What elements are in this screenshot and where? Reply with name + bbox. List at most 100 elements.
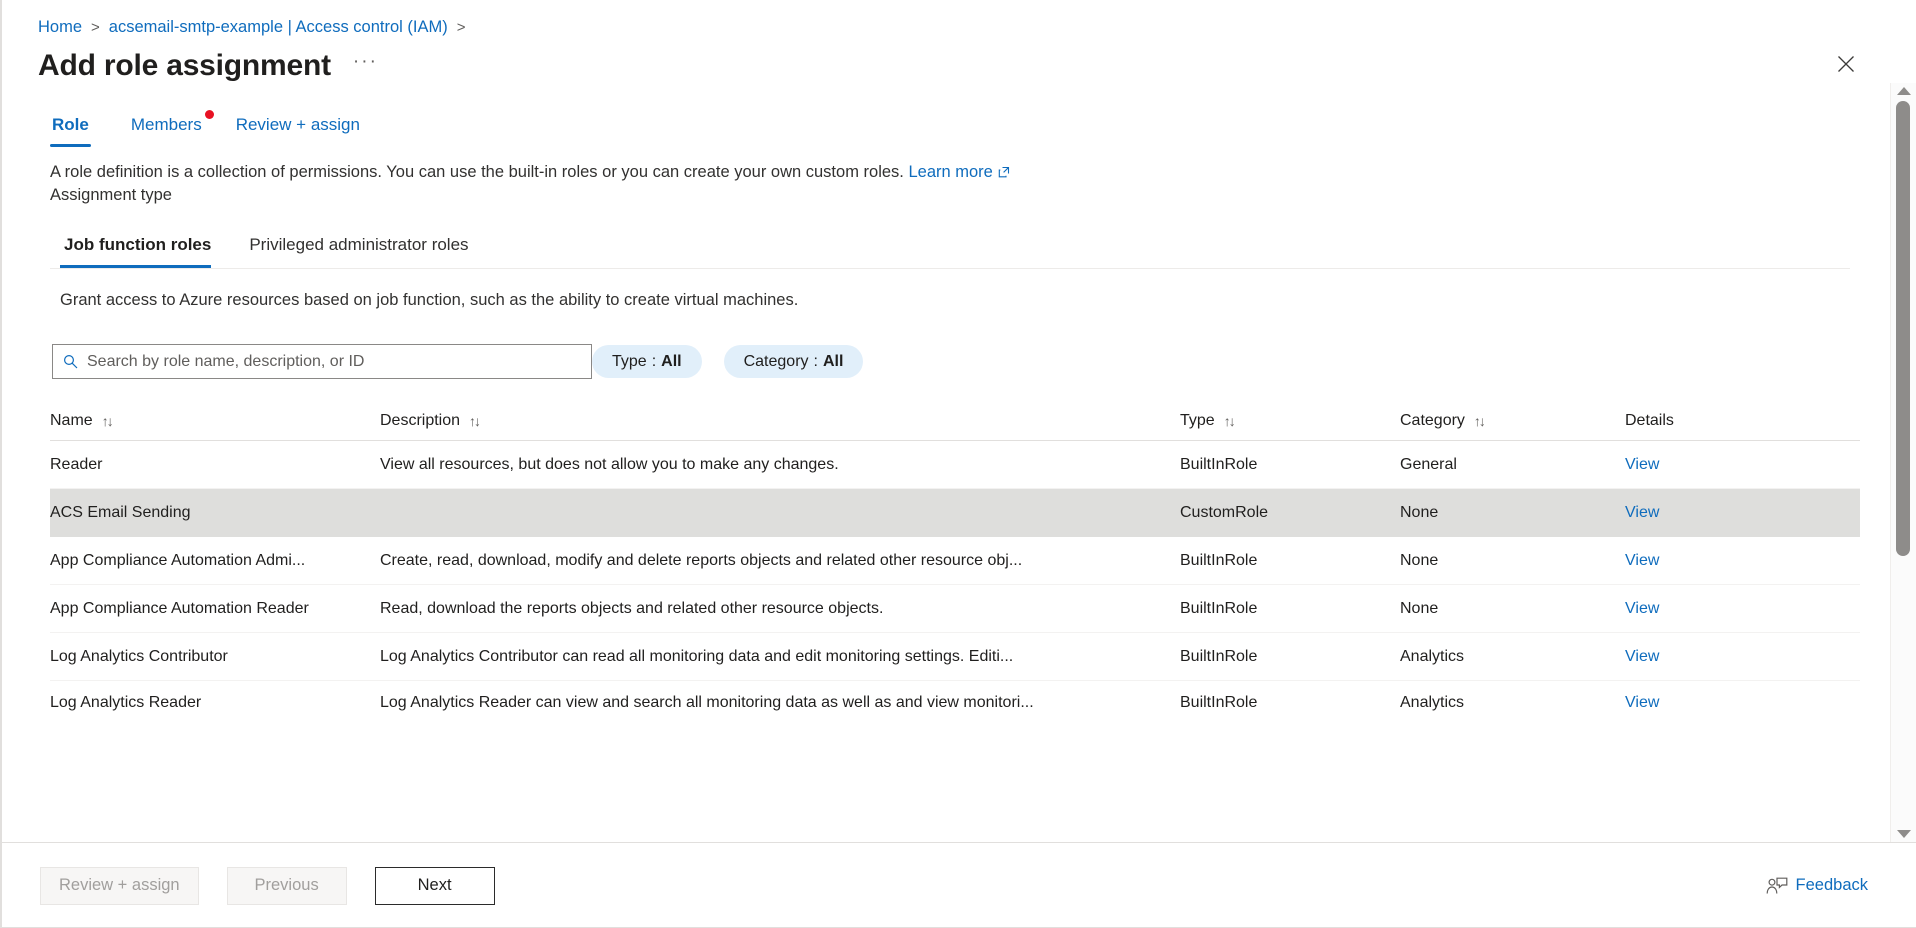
tab-members-label: Members: [130, 115, 202, 134]
blade-content: Role Members Review + assign A role defi…: [2, 83, 1890, 842]
scrollbar-thumb[interactable]: [1896, 101, 1910, 556]
table-row[interactable]: Log Analytics Reader Log Analytics Reade…: [50, 681, 1860, 711]
sort-icon-category: ↑↓: [1473, 412, 1486, 429]
cell-details: View: [1625, 504, 1860, 522]
cell-type: CustomRole: [1180, 503, 1269, 521]
close-icon: [1838, 56, 1854, 72]
table-header-row: Name ↑↓ Description ↑↓ Type ↑↓ Category …: [50, 401, 1860, 442]
view-details-link[interactable]: View: [1625, 456, 1659, 473]
breadcrumb-separator-icon: >: [91, 18, 100, 36]
column-header-category[interactable]: Category ↑↓: [1400, 412, 1625, 430]
role-definition-description: A role definition is a collection of per…: [50, 161, 1890, 184]
previous-button[interactable]: Previous: [226, 866, 347, 905]
required-badge-icon: [204, 110, 214, 119]
cell-type: BuiltInRole: [1180, 599, 1258, 617]
role-definition-text: A role definition is a collection of per…: [50, 163, 904, 181]
sort-icon-name: ↑↓: [101, 412, 114, 429]
cell-category: None: [1400, 551, 1439, 569]
cell-category: None: [1400, 599, 1439, 617]
view-details-link[interactable]: View: [1625, 504, 1659, 521]
vertical-scrollbar[interactable]: [1890, 83, 1916, 842]
column-header-type-label: Type: [1180, 411, 1215, 429]
feedback-icon: [1766, 877, 1787, 894]
subtab-job-function-roles-label: Job function roles: [64, 235, 212, 255]
column-header-category-label: Category: [1400, 411, 1465, 429]
cell-name: App Compliance Automation Reader: [50, 599, 309, 617]
title-row: Add role assignment ···: [38, 49, 1916, 83]
cell-name: App Compliance Automation Admi...: [50, 551, 306, 569]
filter-pill-type[interactable]: Type : All: [592, 345, 702, 379]
grant-access-description: Grant access to Azure resources based on…: [60, 291, 799, 310]
view-details-link[interactable]: View: [1625, 600, 1659, 617]
column-header-description[interactable]: Description ↑↓: [380, 412, 1180, 430]
column-header-name[interactable]: Name ↑↓: [50, 412, 380, 430]
filter-pill-type-name: Type: [612, 352, 647, 370]
scrollbar-track[interactable]: [1891, 95, 1916, 830]
tab-role-label: Role: [52, 115, 89, 134]
cell-type: BuiltInRole: [1180, 455, 1258, 473]
cell-description: Log Analytics Reader can view and search…: [380, 694, 1034, 712]
cell-details: View: [1625, 552, 1860, 570]
tab-review-assign[interactable]: Review + assign: [234, 111, 362, 147]
breadcrumb-item-access-control[interactable]: acsemail-smtp-example | Access control (…: [109, 18, 448, 37]
more-options-icon[interactable]: ···: [353, 52, 378, 81]
view-details-link[interactable]: View: [1625, 648, 1659, 665]
table-row[interactable]: Log Analytics Contributor Log Analytics …: [50, 633, 1860, 682]
tab-members[interactable]: Members: [129, 110, 214, 147]
feedback-link[interactable]: Feedback: [1766, 876, 1868, 895]
column-header-description-label: Description: [380, 411, 461, 429]
blade-body: Role Members Review + assign A role defi…: [2, 83, 1916, 842]
assignment-type-tabs: Job function roles Privileged administra…: [50, 231, 1890, 269]
table-row[interactable]: Reader View all resources, but does not …: [50, 441, 1860, 490]
table-row[interactable]: App Compliance Automation Reader Read, d…: [50, 585, 1860, 634]
column-header-name-label: Name: [50, 411, 93, 429]
blade-footer: Review + assign Previous Next Feedback: [2, 842, 1916, 928]
close-button[interactable]: [1828, 46, 1864, 82]
cell-details: View: [1625, 648, 1860, 666]
cell-category: Analytics: [1400, 647, 1465, 665]
wizard-tabs: Role Members Review + assign: [50, 110, 1890, 147]
review-assign-button[interactable]: Review + assign: [40, 866, 199, 905]
cell-name: Log Analytics Reader: [50, 694, 202, 712]
subtab-privileged-administrator-roles-label: Privileged administrator roles: [249, 235, 469, 255]
subtab-job-function-roles[interactable]: Job function roles: [60, 231, 215, 269]
column-header-details-label: Details: [1625, 411, 1674, 429]
filter-pill-category-value: All: [822, 352, 844, 370]
roles-table: Name ↑↓ Description ↑↓ Type ↑↓ Category …: [50, 401, 1860, 711]
blade-header: Home > acsemail-smtp-example | Access co…: [2, 0, 1916, 83]
filter-pill-type-separator: :: [651, 352, 657, 370]
search-icon: [63, 355, 78, 369]
cell-category: Analytics: [1400, 694, 1465, 712]
view-details-link[interactable]: View: [1625, 694, 1659, 711]
cell-name: Log Analytics Contributor: [50, 647, 228, 665]
next-button[interactable]: Next: [374, 866, 495, 905]
breadcrumb: Home > acsemail-smtp-example | Access co…: [38, 14, 1916, 40]
filter-pill-category-name: Category: [743, 352, 809, 370]
table-row[interactable]: ACS Email Sending CustomRole None View: [50, 489, 1860, 538]
cell-category: None: [1400, 503, 1439, 521]
breadcrumb-item-home[interactable]: Home: [38, 18, 82, 37]
cell-category: General: [1400, 455, 1457, 473]
filter-pill-category[interactable]: Category : All: [723, 345, 864, 379]
column-header-type[interactable]: Type ↑↓: [1180, 412, 1400, 430]
filter-row: Search by role name, description, or ID …: [50, 344, 1890, 380]
filter-pill-category-separator: :: [813, 352, 818, 370]
external-link-icon: [998, 162, 1010, 184]
cell-type: BuiltInRole: [1180, 647, 1258, 665]
search-input[interactable]: Search by role name, description, or ID: [52, 344, 592, 380]
tab-role[interactable]: Role: [50, 111, 99, 147]
sort-icon-type: ↑↓: [1223, 412, 1236, 429]
filter-pill-type-value: All: [661, 352, 682, 370]
scroll-up-arrow-icon[interactable]: [1896, 87, 1911, 95]
subtab-privileged-administrator-roles[interactable]: Privileged administrator roles: [245, 231, 472, 268]
cell-description: View all resources, but does not allow y…: [380, 455, 839, 473]
view-details-link[interactable]: View: [1625, 552, 1659, 569]
scroll-down-arrow-icon[interactable]: [1896, 830, 1911, 838]
table-row[interactable]: App Compliance Automation Admi... Create…: [50, 537, 1860, 586]
cell-name: Reader: [50, 455, 103, 473]
add-role-assignment-blade: Home > acsemail-smtp-example | Access co…: [0, 0, 1916, 928]
cell-details: View: [1625, 600, 1860, 618]
cell-type: BuiltInRole: [1180, 694, 1258, 712]
cell-description: Read, download the reports objects and r…: [380, 599, 884, 617]
learn-more-link[interactable]: Learn more: [908, 163, 992, 181]
